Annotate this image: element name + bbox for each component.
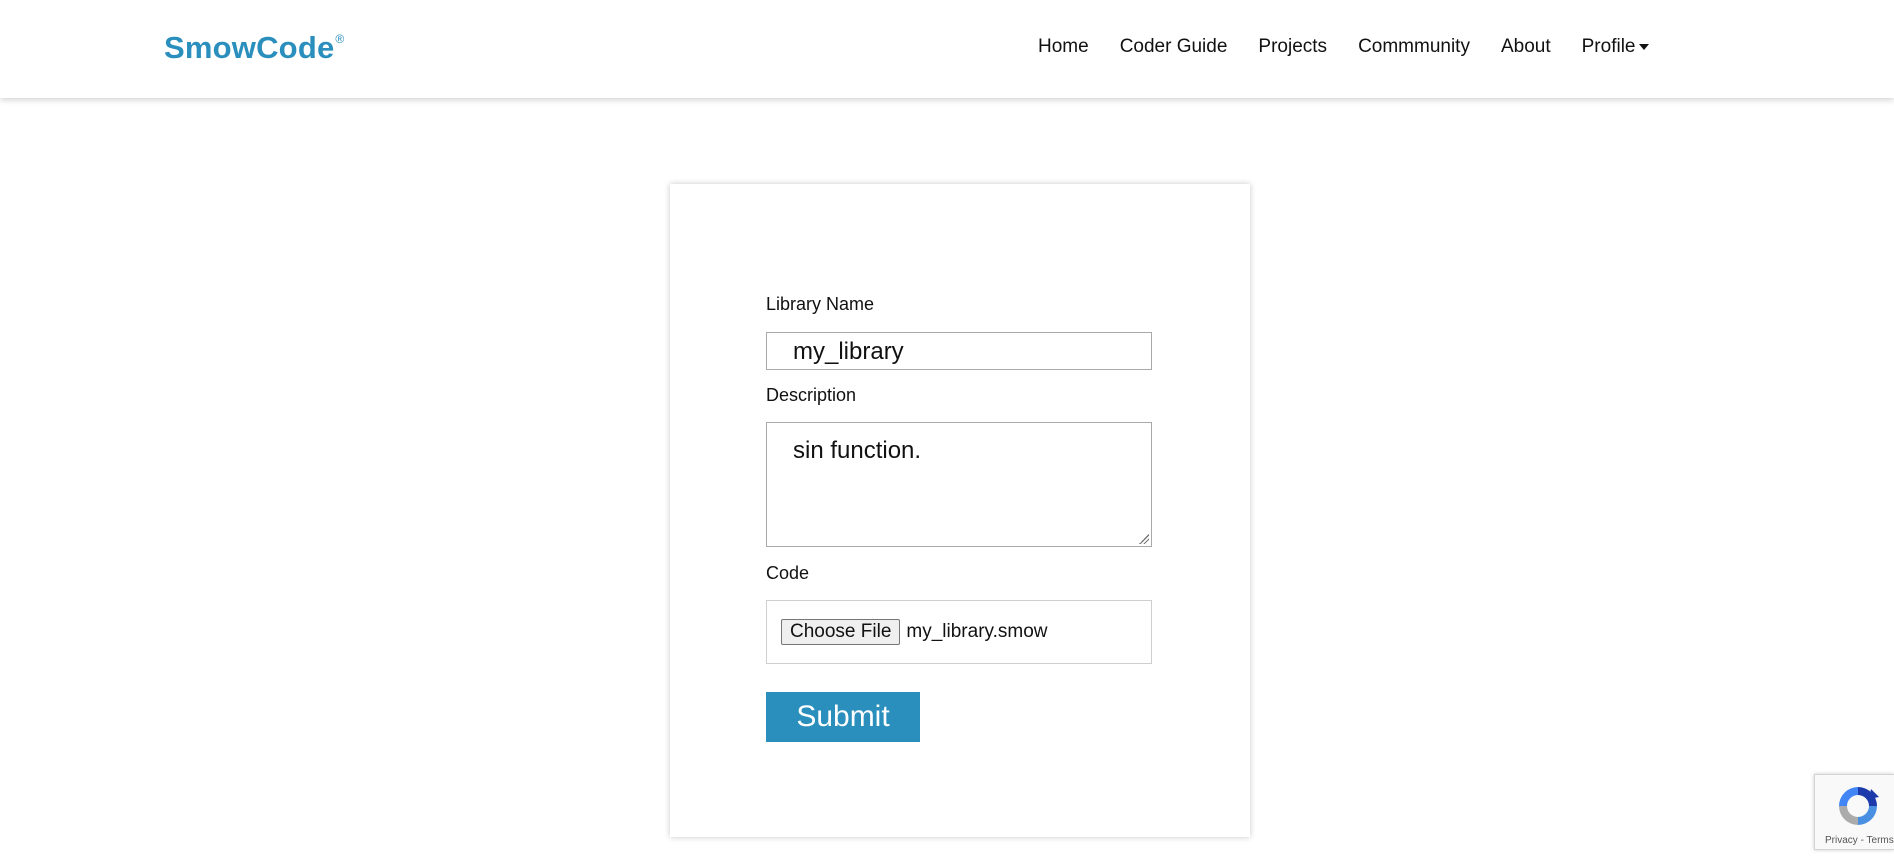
chevron-down-icon (1639, 44, 1650, 50)
main-nav: Home Coder Guide Projects Commmunity Abo… (1038, 36, 1680, 58)
selected-file-name: my_library.smow (906, 621, 1048, 642)
nav-coder-guide[interactable]: Coder Guide (1120, 36, 1228, 58)
nav-home[interactable]: Home (1038, 36, 1089, 58)
nav-profile-dropdown[interactable]: Profile (1582, 36, 1650, 58)
nav-about[interactable]: About (1501, 36, 1551, 58)
recaptcha-links: Privacy - Terms (1825, 835, 1894, 846)
recaptcha-separator: - (1860, 835, 1864, 846)
library-upload-card: Library Name my_library Description sin … (670, 184, 1250, 837)
recaptcha-icon (1839, 787, 1879, 825)
registered-mark: ® (335, 32, 345, 46)
code-label: Code (766, 563, 810, 583)
code-file-input: Choose File my_library.smow (766, 600, 1152, 664)
description-textarea[interactable]: sin function. (766, 422, 1152, 547)
submit-button[interactable]: Submit (766, 692, 920, 742)
nav-projects[interactable]: Projects (1258, 36, 1327, 58)
resize-handle-icon[interactable] (1139, 534, 1149, 544)
recaptcha-badge[interactable]: Privacy - Terms (1814, 774, 1894, 850)
brand-name: SmowCode (164, 30, 335, 65)
description-text: sin function. (793, 437, 922, 464)
library-name-input[interactable]: my_library (766, 332, 1152, 370)
nav-community[interactable]: Commmunity (1358, 36, 1470, 58)
nav-profile-label: Profile (1581, 36, 1636, 57)
description-label: Description (766, 385, 857, 405)
library-name-label: Library Name (766, 294, 875, 314)
top-navbar: SmowCode® Home Coder Guide Projects Comm… (0, 0, 1894, 98)
recaptcha-privacy-link[interactable]: Privacy (1825, 835, 1858, 846)
choose-file-button[interactable]: Choose File (781, 619, 901, 645)
recaptcha-terms-link[interactable]: Terms (1867, 835, 1894, 846)
brand-logo[interactable]: SmowCode® (164, 30, 344, 66)
